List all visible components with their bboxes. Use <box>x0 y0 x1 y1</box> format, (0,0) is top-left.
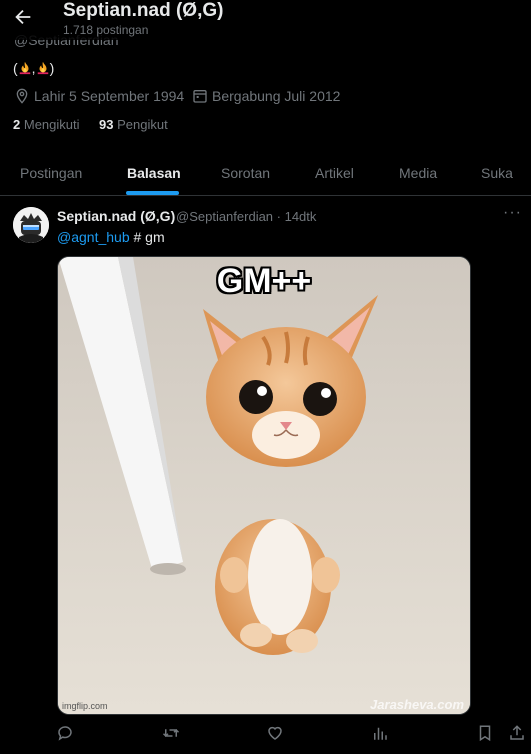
post-body: # gm <box>129 229 165 245</box>
post-meta[interactable]: @Septianferdian · 14dtk <box>176 209 316 224</box>
fire-icon <box>37 61 48 75</box>
reply-icon[interactable] <box>56 724 74 742</box>
meme-caption: GM++ <box>216 262 312 300</box>
profile-bio: (,) <box>13 60 54 76</box>
tab-media[interactable]: Media <box>399 165 437 181</box>
avatar[interactable] <box>13 207 49 243</box>
tab-sorotan[interactable]: Sorotan <box>221 165 270 181</box>
tab-postingan[interactable]: Postingan <box>20 165 82 181</box>
more-options-icon[interactable]: ··· <box>503 204 522 222</box>
bookmark-icon[interactable] <box>476 724 494 742</box>
birth-info: Lahir 5 September 1994 <box>14 88 184 104</box>
repost-icon[interactable] <box>162 724 180 742</box>
bio-close: ) <box>49 60 55 76</box>
followers-count: 93 <box>99 117 114 132</box>
heart-icon[interactable] <box>266 724 284 742</box>
share-icon[interactable] <box>508 724 526 742</box>
fire-icon <box>19 61 30 75</box>
kitten-photo <box>58 257 470 714</box>
post-author-name[interactable]: Septian.nad (Ø,G) <box>57 208 175 224</box>
active-tab-indicator <box>126 191 179 195</box>
following-label: Mengikuti <box>23 117 80 132</box>
join-info: Bergabung Juli 2012 <box>192 88 340 104</box>
followers-label: Pengikut <box>117 117 168 132</box>
post-text: @agnt_hub # gm <box>57 229 165 245</box>
profile-header: Septian.nad (Ø,G) 1.718 postingan <box>0 0 531 40</box>
views-icon[interactable] <box>371 724 389 742</box>
post-image[interactable]: GM++ imgflip.com Jarasheva.com <box>57 256 471 715</box>
tab-suka[interactable]: Suka <box>481 165 513 181</box>
tab-artikel[interactable]: Artikel <box>315 165 354 181</box>
image-source: imgflip.com <box>62 701 108 711</box>
post-mention[interactable]: @agnt_hub <box>57 229 130 245</box>
location-pin-icon <box>16 88 28 104</box>
calendar-icon <box>193 90 207 103</box>
followers-link[interactable]: 93 Pengikut <box>99 117 168 132</box>
profile-tabs: Postingan Balasan Sorotan Artikel Media … <box>0 155 531 196</box>
tab-balasan[interactable]: Balasan <box>127 165 181 181</box>
join-text: Bergabung Juli 2012 <box>212 88 341 104</box>
birth-text: Lahir 5 September 1994 <box>34 88 185 104</box>
following-link[interactable]: 2 Mengikuti <box>13 117 80 132</box>
following-count: 2 <box>13 117 21 132</box>
header-display-name: Septian.nad (Ø,G) <box>63 0 224 21</box>
image-watermark: Jarasheva.com <box>370 697 464 712</box>
arrow-left-icon[interactable] <box>12 6 34 28</box>
header-post-count: 1.718 postingan <box>63 23 149 37</box>
